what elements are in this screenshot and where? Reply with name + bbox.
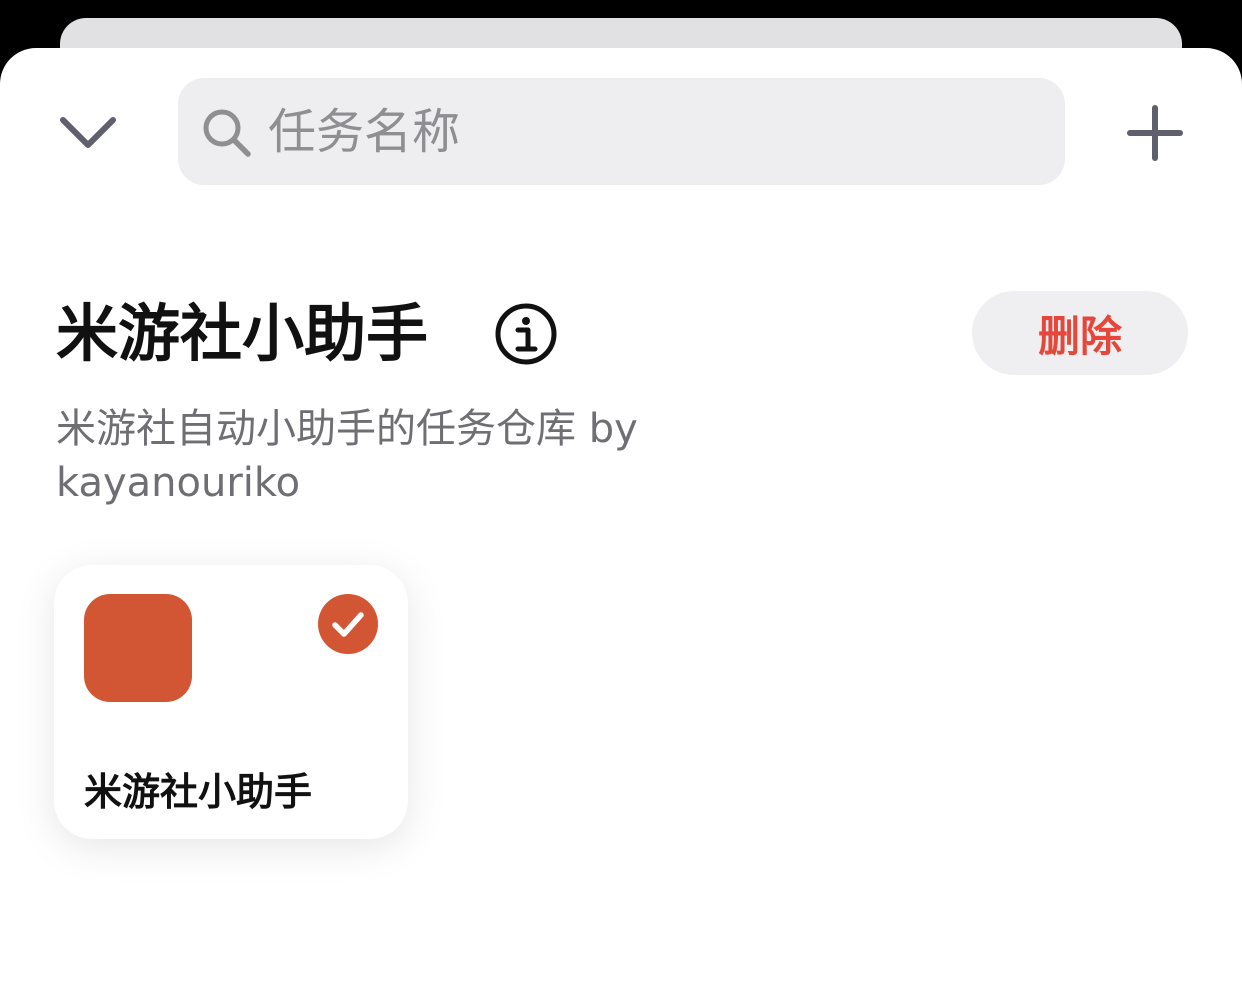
task-repository-sheet xyxy=(0,48,1242,994)
collapse-button[interactable] xyxy=(52,96,124,168)
checkmark-circle-icon xyxy=(318,594,378,654)
chevron-down-icon xyxy=(60,117,116,148)
repository-title: 米游社小助手 xyxy=(56,297,429,370)
search-input[interactable] xyxy=(268,96,1028,168)
info-circle-icon[interactable] xyxy=(494,302,558,366)
task-name: 米游社小助手 xyxy=(84,770,313,814)
search-bar[interactable] xyxy=(178,78,1065,185)
repository-description: 米游社自动小助手的任务仓库 by kayanouriko xyxy=(56,406,638,506)
task-card[interactable]: 米游社小助手 xyxy=(54,565,408,839)
task-app-icon xyxy=(84,594,192,702)
delete-button[interactable]: 删除 xyxy=(972,291,1188,375)
plus-icon xyxy=(1127,105,1183,161)
add-button[interactable] xyxy=(1118,96,1192,170)
search-icon xyxy=(203,109,251,157)
